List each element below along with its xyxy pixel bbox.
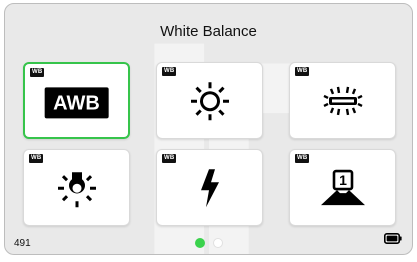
wb-badge: WB <box>29 154 44 163</box>
custom-wb-number: 1 <box>339 172 347 188</box>
wb-badge: WB <box>295 154 310 163</box>
flash-icon <box>197 168 223 213</box>
shots-remaining: 491 <box>14 238 31 249</box>
page-title: White Balance <box>160 23 257 40</box>
wb-option-daylight[interactable]: WB <box>156 62 263 139</box>
awb-icon: AWB <box>44 86 109 118</box>
wb-badge: WB <box>162 154 177 163</box>
tungsten-bulb-icon <box>57 168 97 213</box>
camera-screen: White Balance WB AWB WB WB WB WB WB 1 49… <box>4 3 413 255</box>
battery-icon <box>384 231 402 249</box>
page-indicator <box>194 238 223 248</box>
wb-option-fluorescent[interactable]: WB <box>289 62 396 139</box>
wb-badge: WB <box>30 68 45 77</box>
page-dot-inactive[interactable] <box>212 238 223 248</box>
wb-badge: WB <box>295 67 310 76</box>
fluorescent-icon <box>322 82 363 123</box>
page-dot-active[interactable] <box>194 238 205 248</box>
wb-badge: WB <box>162 67 177 76</box>
daylight-sun-icon <box>190 81 230 126</box>
awb-label: AWB <box>44 86 109 118</box>
wb-option-auto[interactable]: WB AWB <box>23 62 130 139</box>
custom-wb-1-icon: 1 <box>320 169 366 212</box>
wb-option-flash[interactable]: WB <box>156 149 263 226</box>
wb-option-custom-1[interactable]: WB 1 <box>289 149 396 226</box>
wb-option-tungsten[interactable]: WB <box>23 149 130 226</box>
